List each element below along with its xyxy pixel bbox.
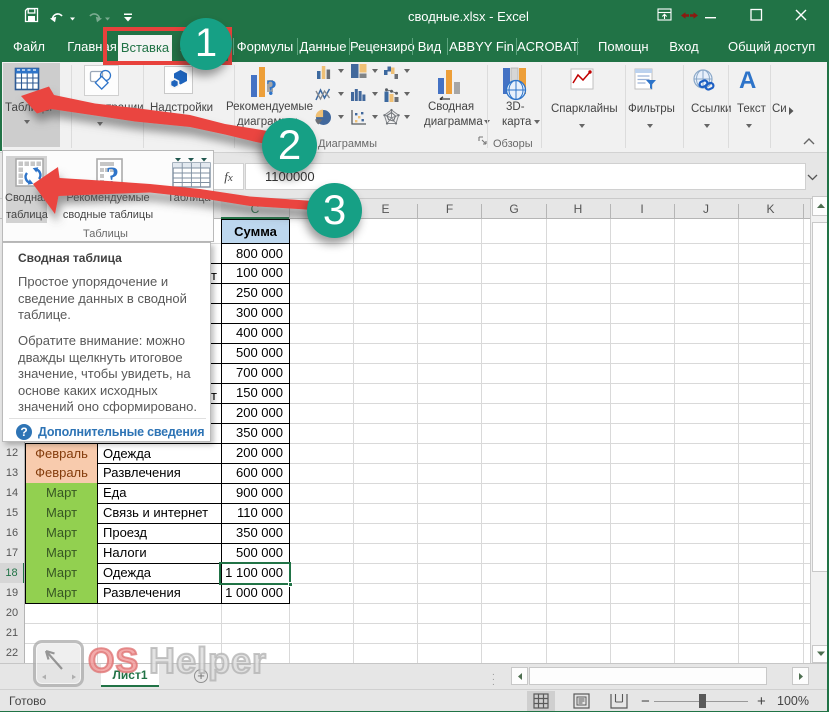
svg-text:A: A <box>739 67 756 92</box>
svg-text:?: ? <box>266 75 277 100</box>
svg-text:?: ? <box>106 162 119 188</box>
